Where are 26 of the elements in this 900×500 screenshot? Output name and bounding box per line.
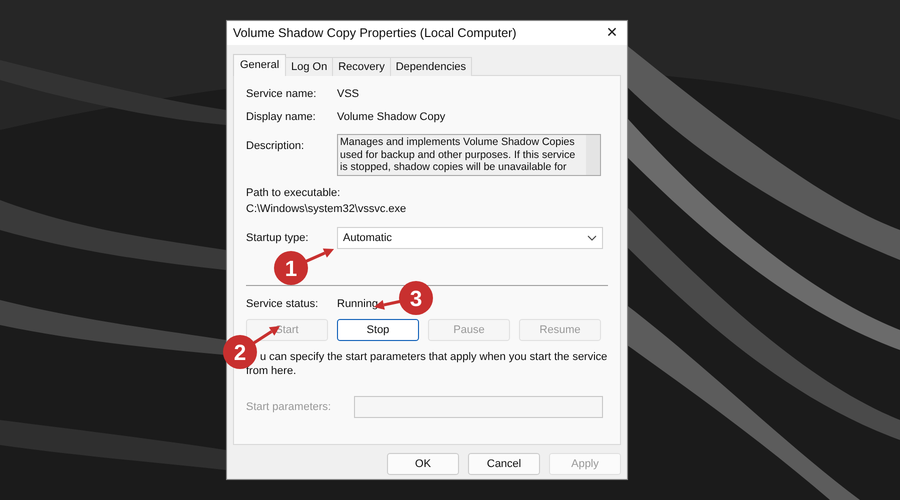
close-button[interactable]: ✕ bbox=[597, 21, 627, 45]
field-label: Service status: bbox=[246, 298, 320, 310]
field-label: Start parameters: bbox=[246, 401, 332, 413]
description-box[interactable]: Manages and implements Volume Shadow Copies used for backup and other purposes. If this service is stopped, shadow copies will be unavailable for bbox=[337, 134, 601, 176]
chevron-down-icon bbox=[587, 235, 597, 241]
field-label: Service name: bbox=[246, 88, 318, 100]
service-button[interactable]: Stop bbox=[337, 319, 419, 341]
tab[interactable]: Recovery bbox=[332, 57, 391, 76]
startup-type-dropdown[interactable]: Automatic bbox=[337, 227, 603, 249]
hint-text: u can specify the start parameters that apply when you start the service from here. bbox=[246, 350, 608, 378]
window-title: Volume Shadow Copy Properties (Local Computer) bbox=[233, 26, 516, 40]
dialog-button[interactable]: Cancel bbox=[468, 453, 540, 475]
field-label: Description: bbox=[246, 139, 306, 152]
dialog-button[interactable]: OK bbox=[387, 453, 459, 475]
tab[interactable]: Log On bbox=[285, 57, 334, 76]
annotation-callout: 1 bbox=[274, 246, 337, 285]
field-value: Volume Shadow Copy bbox=[337, 111, 446, 123]
tab[interactable]: General bbox=[233, 54, 286, 76]
tab[interactable]: Dependencies bbox=[390, 57, 472, 76]
field-value: C:\Windows\system32\vssvc.exe bbox=[246, 203, 408, 215]
scrollbar[interactable] bbox=[586, 135, 600, 175]
field-value: Running bbox=[337, 298, 378, 310]
field-label: Path to executable: bbox=[246, 187, 342, 199]
field-label: Startup type: bbox=[246, 232, 310, 244]
field-label: Display name: bbox=[246, 111, 317, 123]
field-value: VSS bbox=[337, 88, 360, 100]
